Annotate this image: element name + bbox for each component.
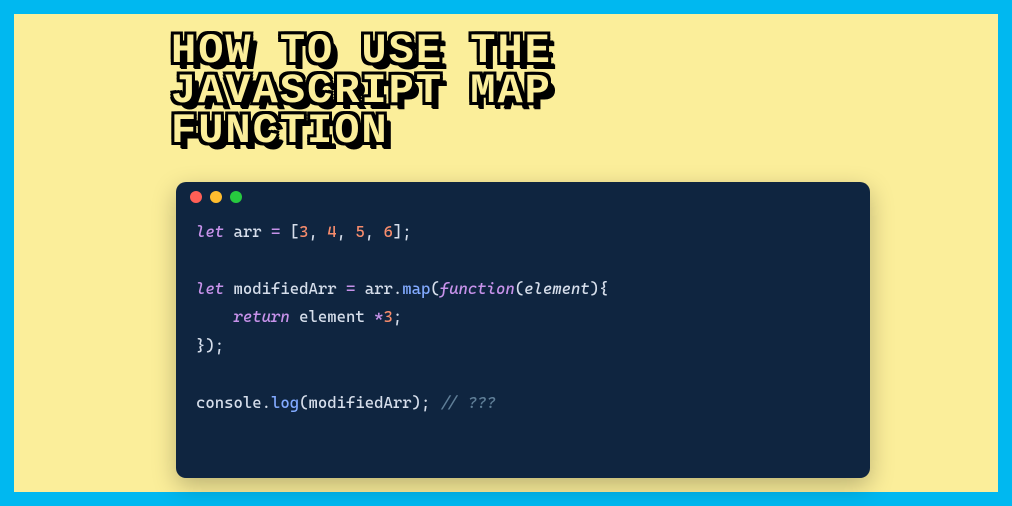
keyword-let: let: [196, 222, 224, 241]
page-title: HOW TO USE THE JAVASCRIPT MAP FUNCTION: [171, 32, 552, 152]
minimize-icon[interactable]: [210, 191, 222, 203]
keyword-return: return: [234, 307, 290, 326]
window-titlebar: [176, 182, 870, 212]
param-element: element: [524, 279, 590, 298]
var-modifiedArr: modifiedArr: [234, 279, 337, 298]
var-arr: arr: [234, 222, 262, 241]
code-block: let arr = [3, 4, 5, 6]; let modifiedArr …: [176, 212, 870, 417]
comment: // ???: [440, 393, 496, 412]
method-log: log: [271, 393, 299, 412]
maximize-icon[interactable]: [230, 191, 242, 203]
keyword-function: function: [440, 279, 515, 298]
method-map: map: [402, 279, 430, 298]
canvas: HOW TO USE THE JAVASCRIPT MAP FUNCTION l…: [14, 14, 998, 492]
console: console: [196, 393, 262, 412]
close-icon[interactable]: [190, 191, 202, 203]
code-window: let arr = [3, 4, 5, 6]; let modifiedArr …: [176, 182, 870, 478]
keyword-let: let: [196, 279, 224, 298]
